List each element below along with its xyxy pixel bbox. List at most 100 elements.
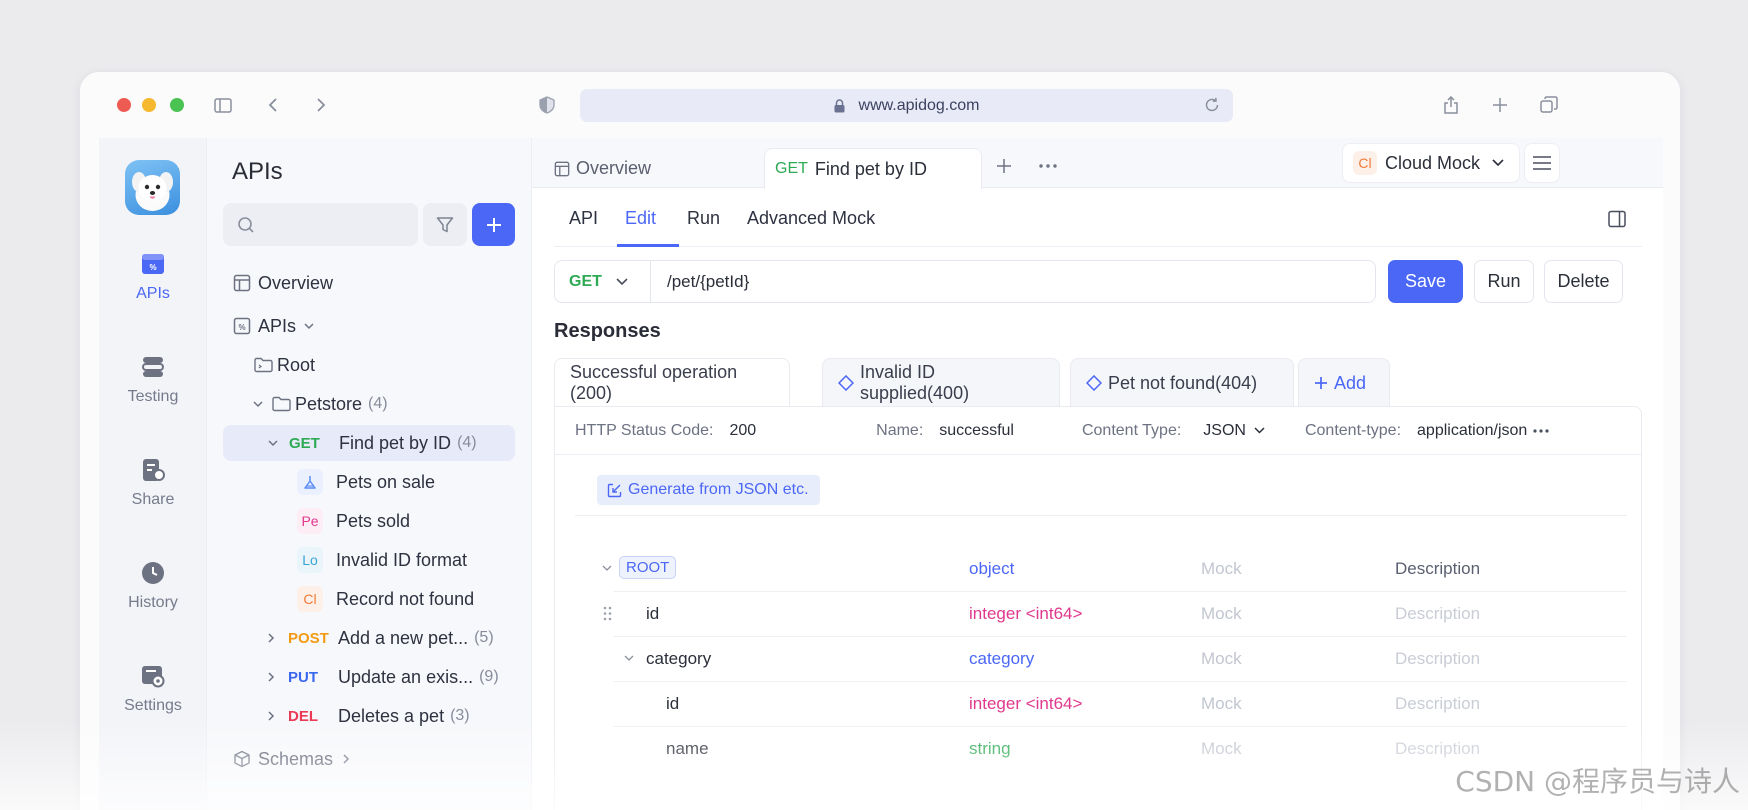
schema-mock[interactable]: Mock: [1201, 739, 1242, 759]
chevron-down-icon[interactable]: [1254, 427, 1265, 434]
back-icon[interactable]: [262, 94, 284, 116]
response-meta-row: HTTP Status Code: 200 Name: successful C…: [555, 407, 1641, 455]
tree-item-mock-pets-on-sale[interactable]: Pets on sale: [223, 464, 515, 500]
root-badge: ROOT: [619, 556, 677, 579]
chevron-down-icon[interactable]: [268, 439, 278, 447]
schema-row[interactable]: id integer <int64> Mock Description: [555, 684, 1641, 724]
schema-field-name[interactable]: category: [646, 649, 711, 669]
tree-item-find-pet-by-id[interactable]: GET Find pet by ID (4): [223, 425, 515, 461]
subtab-edit[interactable]: Edit: [625, 208, 656, 229]
schema-type[interactable]: object: [969, 559, 1014, 579]
subtab-api[interactable]: API: [569, 208, 598, 229]
rail-item-settings[interactable]: Settings: [99, 663, 207, 715]
delete-button[interactable]: Delete: [1544, 260, 1623, 303]
schema-description[interactable]: Description: [1395, 559, 1480, 579]
new-tab-icon[interactable]: [1489, 94, 1511, 116]
schema-row[interactable]: ROOT object Mock Description: [555, 549, 1641, 589]
method-select[interactable]: GET: [555, 261, 651, 302]
tab-find-pet-by-id[interactable]: GET Find pet by ID: [764, 148, 982, 189]
chevron-down-icon: [616, 277, 628, 286]
tree-item-schemas[interactable]: Schemas: [223, 741, 515, 777]
minimize-window-button[interactable]: [142, 98, 156, 112]
address-bar[interactable]: www.apidog.com: [580, 89, 1233, 122]
tree-item-mock-invalid-id[interactable]: Lo Invalid ID format: [223, 542, 515, 578]
schema-mock[interactable]: Mock: [1201, 694, 1242, 714]
schema-description[interactable]: Description: [1395, 649, 1480, 669]
chevron-down-icon[interactable]: [253, 400, 263, 408]
tab-overview-icon[interactable]: [1538, 94, 1560, 116]
schema-type[interactable]: integer <int64>: [969, 694, 1082, 714]
schema-mock[interactable]: Mock: [1201, 604, 1242, 624]
rail-item-history[interactable]: History: [99, 560, 207, 612]
schema-field-name[interactable]: id: [646, 604, 659, 624]
chevron-down-icon[interactable]: [602, 565, 612, 572]
tree-item-mock-pets-sold[interactable]: Pe Pets sold: [223, 503, 515, 539]
tree-item-overview[interactable]: Overview: [223, 265, 515, 301]
response-tab-400[interactable]: Invalid ID supplied(400): [822, 358, 1060, 407]
svg-text:%: %: [149, 263, 156, 272]
response-name-field[interactable]: successful: [939, 422, 1014, 440]
chevron-down-icon[interactable]: [624, 655, 634, 662]
search-box[interactable]: [223, 203, 418, 246]
content-type-select[interactable]: JSON: [1203, 422, 1246, 440]
response-tab-404[interactable]: Pet not found(404): [1070, 358, 1294, 407]
filter-button[interactable]: [423, 203, 467, 246]
search-icon: [237, 216, 255, 234]
share-page-icon[interactable]: [1440, 94, 1462, 116]
schema-row[interactable]: category category Mock Description: [555, 639, 1641, 679]
tree-item-root[interactable]: Root: [223, 347, 515, 383]
shield-icon[interactable]: [536, 94, 558, 116]
tree-item-petstore[interactable]: Petstore (4): [223, 386, 515, 422]
rail-item-testing[interactable]: Testing: [99, 354, 207, 406]
rail-item-share[interactable]: Share: [99, 457, 207, 509]
schema-type[interactable]: category: [969, 649, 1034, 669]
add-api-button[interactable]: [472, 203, 515, 246]
rail-item-apis[interactable]: % APIs: [99, 251, 207, 303]
schema-mock[interactable]: Mock: [1201, 649, 1242, 669]
environment-badge: Cl: [1353, 151, 1377, 175]
subtab-run[interactable]: Run: [687, 208, 720, 229]
tab-overview[interactable]: Overview: [550, 148, 651, 189]
chevron-right-icon[interactable]: [343, 754, 350, 764]
sidebar-toggle-icon[interactable]: [212, 94, 234, 116]
close-window-button[interactable]: [117, 98, 131, 112]
schema-description[interactable]: Description: [1395, 739, 1480, 759]
more-icon[interactable]: [1039, 164, 1057, 168]
schema-description[interactable]: Description: [1395, 604, 1480, 624]
drag-handle-icon[interactable]: [603, 606, 612, 621]
tree-item-mock-record-not-found[interactable]: Cl Record not found: [223, 581, 515, 617]
tree-item-apis[interactable]: % APIs: [223, 308, 515, 344]
schema-description[interactable]: Description: [1395, 694, 1480, 714]
save-button[interactable]: Save: [1388, 260, 1463, 303]
search-input[interactable]: [265, 216, 405, 233]
subtab-advanced-mock[interactable]: Advanced Mock: [747, 208, 875, 229]
forward-icon[interactable]: [310, 94, 332, 116]
chevron-right-icon[interactable]: [268, 633, 275, 643]
more-icon[interactable]: [1533, 428, 1549, 433]
generate-from-json-button[interactable]: Generate from JSON etc.: [597, 475, 820, 505]
schema-row[interactable]: id integer <int64> Mock Description: [555, 594, 1641, 634]
chevron-right-icon[interactable]: [268, 711, 275, 721]
schema-type[interactable]: integer <int64>: [969, 604, 1082, 624]
menu-button[interactable]: [1524, 143, 1560, 183]
schema-mock[interactable]: Mock: [1201, 559, 1242, 579]
environment-select[interactable]: Cl Cloud Mock: [1342, 143, 1520, 183]
path-input[interactable]: [651, 271, 1375, 292]
response-tab-200[interactable]: Successful operation (200): [554, 358, 790, 407]
schema-type[interactable]: string: [969, 739, 1011, 759]
tree-item-add-pet[interactable]: POST Add a new pet... (5): [223, 620, 515, 656]
tree-item-update-pet[interactable]: PUT Update an exis... (9): [223, 659, 515, 695]
chevron-down-icon[interactable]: [304, 322, 314, 330]
add-response-button[interactable]: Add: [1298, 358, 1390, 407]
maximize-window-button[interactable]: [170, 98, 184, 112]
chevron-right-icon[interactable]: [268, 672, 275, 682]
schema-field-name[interactable]: id: [666, 694, 679, 714]
row-divider: [613, 681, 1627, 682]
status-code-field[interactable]: 200: [729, 422, 756, 440]
tree-item-delete-pet[interactable]: DEL Deletes a pet (3): [223, 698, 515, 734]
schema-field-name[interactable]: name: [666, 739, 709, 759]
run-button[interactable]: Run: [1474, 260, 1534, 303]
new-tab-plus-icon[interactable]: [996, 158, 1012, 174]
reload-icon[interactable]: [1203, 96, 1221, 114]
panel-toggle-icon[interactable]: [1608, 210, 1626, 228]
